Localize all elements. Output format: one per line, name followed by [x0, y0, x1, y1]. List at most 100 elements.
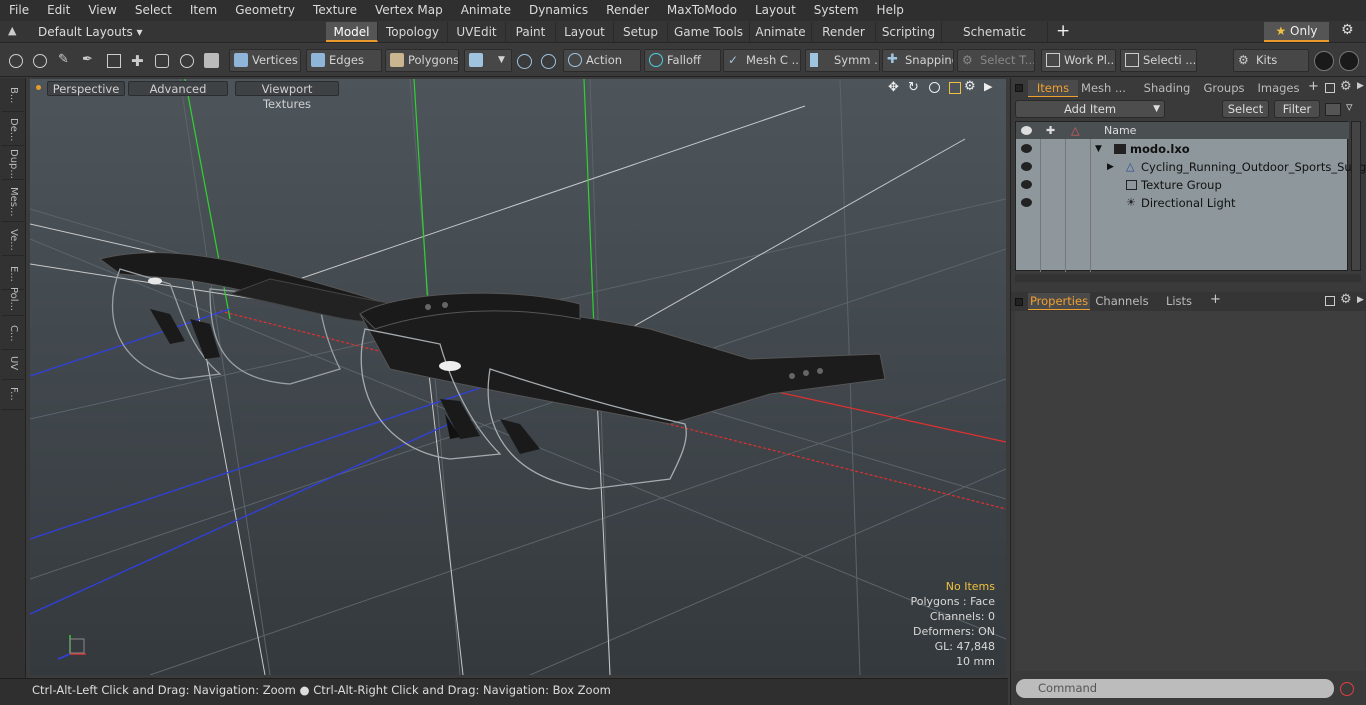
zoom-view-icon[interactable]: [929, 82, 940, 93]
viewport-settings-gear-icon[interactable]: ⚙: [964, 79, 976, 94]
panel-arrow-icon[interactable]: ▶: [1357, 295, 1364, 305]
item-row-texture-group[interactable]: Texture Group: [1016, 176, 1349, 194]
left-tab-fusion[interactable]: F...: [2, 378, 24, 410]
brush-icon[interactable]: ✒: [82, 52, 93, 67]
left-tab-uv[interactable]: UV: [2, 348, 24, 380]
layout-selector[interactable]: Default Layouts ▾: [38, 23, 143, 41]
action-center-button[interactable]: Action: [563, 49, 641, 72]
falloff-button[interactable]: Falloff: [644, 49, 721, 72]
menu-layout[interactable]: Layout: [746, 0, 805, 21]
center-icon[interactable]: ✚: [131, 52, 144, 70]
tab-images[interactable]: Images: [1252, 80, 1305, 97]
arrow-up-icon[interactable]: ▲: [8, 24, 20, 38]
item-mode-dropdown[interactable]: ▼: [464, 49, 512, 72]
viewport-textures-tab[interactable]: Viewport Textures: [235, 81, 339, 111]
add-panel-tab-icon[interactable]: +: [1210, 292, 1221, 307]
shield-alt-icon[interactable]: [541, 54, 556, 69]
tab-properties[interactable]: Properties: [1028, 293, 1090, 310]
add-item-button[interactable]: Add Item ▼: [1015, 100, 1165, 118]
funnel-filter-icon[interactable]: ▿: [1346, 100, 1353, 115]
tab-game-tools[interactable]: Game Tools: [668, 22, 750, 42]
lock-column-icon[interactable]: ✚: [1046, 122, 1055, 139]
unity-icon[interactable]: [1314, 51, 1334, 71]
menu-animate[interactable]: Animate: [452, 0, 520, 21]
menu-item[interactable]: Item: [181, 0, 226, 21]
tab-mesh[interactable]: Mesh ...: [1081, 80, 1126, 97]
eye-icon[interactable]: [1021, 144, 1032, 153]
menu-select[interactable]: Select: [126, 0, 181, 21]
menu-view[interactable]: View: [79, 0, 125, 21]
move-view-icon[interactable]: ✥: [888, 80, 899, 95]
settings-gear-icon[interactable]: ⚙: [1341, 22, 1354, 38]
left-tab-deform[interactable]: De...: [2, 114, 24, 146]
eye-icon[interactable]: [1021, 198, 1032, 207]
tab-layout[interactable]: Layout: [556, 22, 614, 42]
add-tab-icon[interactable]: +: [1056, 21, 1070, 41]
menu-maxtomodo[interactable]: MaxToModo: [658, 0, 746, 21]
tab-setup[interactable]: Setup: [614, 22, 668, 42]
tab-schematic-fusion[interactable]: Schematic Fusion: [942, 22, 1048, 59]
list-scrollbar[interactable]: [1351, 121, 1361, 271]
symmetry-button[interactable]: Symm ...: [805, 49, 880, 72]
unreal-icon[interactable]: [1339, 51, 1359, 71]
tab-items[interactable]: Items: [1028, 80, 1078, 97]
pen-icon[interactable]: ✎: [58, 52, 69, 67]
menu-help[interactable]: Help: [868, 0, 913, 21]
filter-button[interactable]: Filter: [1274, 100, 1320, 118]
tab-channels[interactable]: Channels: [1094, 293, 1150, 310]
menu-vertex-map[interactable]: Vertex Map: [366, 0, 452, 21]
circle-select-icon[interactable]: [9, 54, 23, 68]
record-macro-icon[interactable]: [1340, 682, 1354, 696]
menu-render[interactable]: Render: [597, 0, 658, 21]
panel-menu-icon[interactable]: [1015, 298, 1023, 306]
menu-file[interactable]: File: [0, 0, 38, 21]
eye-icon[interactable]: [1021, 162, 1032, 171]
name-column-header[interactable]: Name: [1104, 122, 1136, 139]
globe-icon[interactable]: [33, 54, 47, 68]
menu-dynamics[interactable]: Dynamics: [520, 0, 597, 21]
select-through-button[interactable]: ⚙ Select T...: [957, 49, 1035, 72]
kits-button[interactable]: ⚙ Kits: [1233, 49, 1309, 72]
command-input[interactable]: Command: [1016, 679, 1334, 698]
eye-icon[interactable]: [1021, 180, 1032, 189]
viewport-advanced-tab[interactable]: Advanced: [128, 81, 228, 96]
panel-gear-icon[interactable]: ⚙: [1340, 292, 1352, 307]
polygons-mode-button[interactable]: Polygons: [385, 49, 459, 72]
tab-model[interactable]: Model: [326, 22, 378, 42]
left-tab-basic[interactable]: B...: [2, 80, 24, 112]
panel-menu-icon[interactable]: [1015, 84, 1023, 92]
edges-mode-button[interactable]: Edges: [306, 49, 382, 72]
tab-paint[interactable]: Paint: [506, 22, 556, 42]
type-column-icon[interactable]: △: [1071, 122, 1079, 139]
3d-viewport[interactable]: No Items Polygons : Face Channels: 0 Def…: [30, 79, 1006, 675]
panel-resize-handle[interactable]: [1015, 274, 1361, 282]
panel-gear-icon[interactable]: ⚙: [1340, 79, 1352, 94]
frame-icon[interactable]: [155, 54, 169, 68]
left-tab-mesh-edit[interactable]: Mes...: [2, 182, 24, 222]
left-tab-duplicate[interactable]: Dup...: [2, 148, 24, 180]
panel-arrow-icon[interactable]: ▶: [1357, 81, 1364, 91]
left-tab-polygon[interactable]: Pol...: [2, 284, 24, 316]
align-icon[interactable]: [107, 54, 121, 68]
expand-arrow-icon[interactable]: ▼: [1095, 140, 1102, 158]
selection-sets-button[interactable]: Selecti ...: [1120, 49, 1197, 72]
menu-geometry[interactable]: Geometry: [226, 0, 304, 21]
menu-system[interactable]: System: [805, 0, 868, 21]
visibility-column-icon[interactable]: [1021, 126, 1032, 135]
expand-arrow-icon[interactable]: ▶: [1107, 158, 1114, 176]
panel-maximize-icon[interactable]: [1325, 83, 1335, 93]
collapse-icon[interactable]: [1325, 103, 1341, 116]
tab-topology[interactable]: Topology: [378, 22, 448, 42]
tab-render[interactable]: Render: [812, 22, 876, 42]
tab-animate[interactable]: Animate: [750, 22, 812, 42]
viewport-menu-dot-icon[interactable]: [36, 85, 41, 90]
menu-edit[interactable]: Edit: [38, 0, 79, 21]
only-toggle[interactable]: ★ Only: [1264, 22, 1329, 42]
tab-groups[interactable]: Groups: [1198, 80, 1250, 97]
item-row-directional-light[interactable]: ☀ Directional Light: [1016, 194, 1349, 212]
viewport-expand-arrow-icon[interactable]: ▶: [984, 80, 992, 93]
menu-texture[interactable]: Texture: [304, 0, 366, 21]
add-panel-tab-icon[interactable]: +: [1308, 79, 1319, 94]
tab-shading[interactable]: Shading: [1139, 80, 1195, 97]
panel-maximize-icon[interactable]: [1325, 296, 1335, 306]
